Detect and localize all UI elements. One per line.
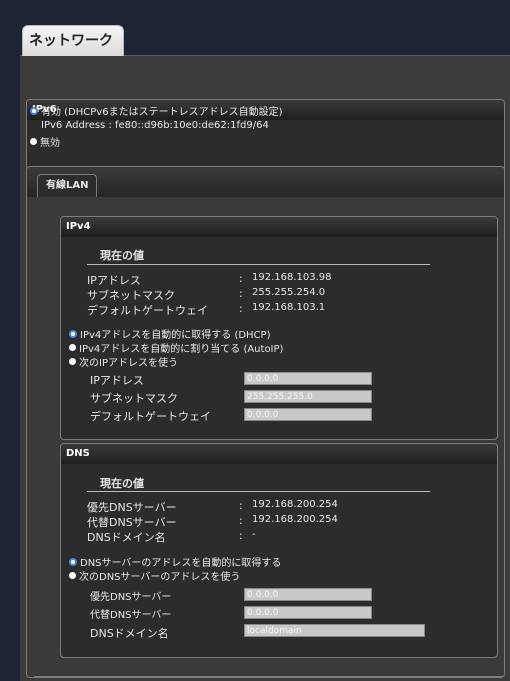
ipv4-option-label: IPv4アドレスを自動的に取得する (DHCP) xyxy=(80,330,271,341)
dns-domain-input[interactable]: localdomain xyxy=(244,624,425,637)
separator: : xyxy=(239,499,243,512)
ipv6-enabled-label: 有効 (DHCPv6またはステートレスアドレス自動設定) xyxy=(41,107,283,118)
ipv4-current-label: デフォルトゲートウェイ xyxy=(87,304,208,317)
settings-page: IPv6 有効 (DHCPv6またはステートレスアドレス自動設定) IPv6 A… xyxy=(20,55,510,681)
subnet-mask-input[interactable]: 255.255.255.0 xyxy=(244,390,372,403)
radio-unselected-icon xyxy=(69,344,76,351)
ipv4-field-label: IPアドレス xyxy=(90,374,144,387)
dns-current-title: 現在の値 xyxy=(100,477,144,490)
dns-field-label: 優先DNSサーバー xyxy=(90,592,172,603)
radio-selected-icon xyxy=(69,557,77,566)
ipv6-disabled-radio[interactable]: 無効 xyxy=(30,134,60,149)
dns-current-value: 192.168.200.254 xyxy=(252,499,338,510)
separator: : xyxy=(239,287,243,300)
divider xyxy=(87,491,430,492)
dns-field-label: 代替DNSサーバー xyxy=(90,610,172,621)
ipv4-header: IPv4 xyxy=(61,217,497,237)
ipv4-current-value: 192.168.103.1 xyxy=(252,302,326,313)
ipv4-option-label: 次のIPアドレスを使う xyxy=(79,358,178,369)
ipv4-current-value: 192.168.103.98 xyxy=(252,272,332,283)
preferred-dns-input[interactable]: 0.0.0.0 xyxy=(244,588,372,601)
ipv4-option-label: IPv4アドレスを自動的に割り当てる (AutoIP) xyxy=(79,344,284,355)
separator: : xyxy=(239,272,243,285)
ipv4-dhcp-radio[interactable]: IPv4アドレスを自動的に取得する (DHCP) xyxy=(69,326,270,341)
radio-selected-icon xyxy=(69,329,77,338)
radio-unselected-icon xyxy=(69,572,76,579)
dns-current-value: 192.168.200.254 xyxy=(252,514,338,525)
ipv4-field-label: サブネットマスク xyxy=(90,392,178,405)
ipv4-current-title: 現在の値 xyxy=(100,249,144,262)
ipv6-disabled-label: 無効 xyxy=(40,138,60,149)
ip-address-input[interactable]: 0.0.0.0 xyxy=(244,372,372,385)
radio-selected-icon xyxy=(30,106,38,115)
dns-current-label: 代替DNSサーバー xyxy=(87,516,177,529)
divider xyxy=(87,264,430,265)
dns-current-label: DNSドメイン名 xyxy=(87,531,166,544)
dns-field-label: DNSドメイン名 xyxy=(90,627,169,640)
separator: : xyxy=(239,514,243,527)
alternate-dns-input[interactable]: 0.0.0.0 xyxy=(244,606,372,619)
ipv4-field-label: デフォルトゲートウェイ xyxy=(90,410,211,423)
ipv4-current-label: IPアドレス xyxy=(87,274,141,287)
radio-unselected-icon xyxy=(30,138,37,145)
ipv6-enabled-radio[interactable]: 有効 (DHCPv6またはステートレスアドレス自動設定) xyxy=(30,103,283,118)
dns-manual-radio[interactable]: 次のDNSサーバーのアドレスを使う xyxy=(69,568,240,583)
separator: : xyxy=(239,529,243,542)
tab-network[interactable]: ネットワーク xyxy=(22,25,124,56)
ipv4-manual-radio[interactable]: 次のIPアドレスを使う xyxy=(69,354,178,369)
dns-current-label: 優先DNSサーバー xyxy=(87,501,177,514)
ipv6-address: IPv6 Address : fe80::d96b:10e0:de62:1fd9… xyxy=(41,120,269,131)
dns-auto-radio[interactable]: DNSサーバーのアドレスを自動的に取得する xyxy=(69,554,281,569)
ipv4-current-value: 255.255.254.0 xyxy=(252,287,326,298)
bottom-border xyxy=(34,676,503,677)
separator: : xyxy=(239,302,243,315)
tab-wired-lan[interactable]: 有線LAN xyxy=(37,174,98,197)
dns-current-value: - xyxy=(252,529,256,540)
radio-unselected-icon xyxy=(69,358,76,365)
dns-option-label: 次のDNSサーバーのアドレスを使う xyxy=(79,572,241,583)
dns-header: DNS xyxy=(61,444,497,464)
ipv4-autoip-radio[interactable]: IPv4アドレスを自動的に割り当てる (AutoIP) xyxy=(69,340,283,355)
dns-option-label: DNSサーバーのアドレスを自動的に取得する xyxy=(80,558,282,569)
default-gateway-input[interactable]: 0.0.0.0 xyxy=(244,408,372,421)
ipv4-current-label: サブネットマスク xyxy=(87,289,175,302)
